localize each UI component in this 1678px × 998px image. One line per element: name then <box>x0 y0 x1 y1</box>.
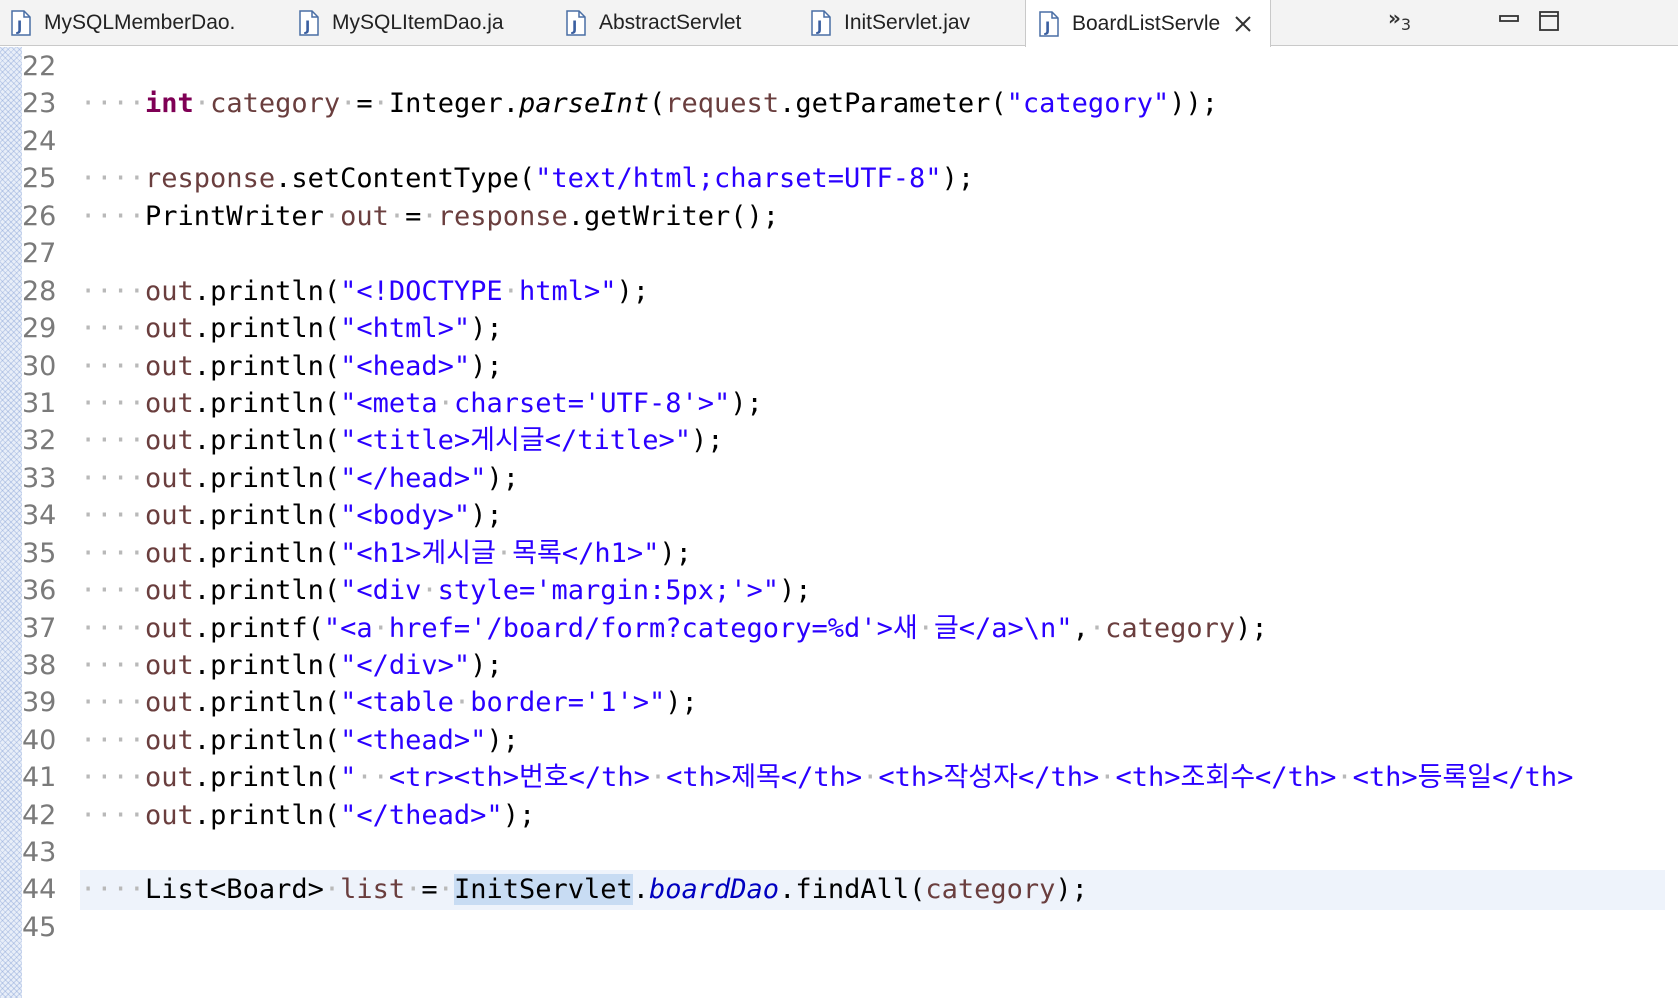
code-text: ····out.println("<meta·charset='UTF-8'>"… <box>80 388 763 419</box>
code-text: ····PrintWriter·out·=·response.getWriter… <box>80 201 780 232</box>
code-text: ····List<Board>·list·=·InitServlet.board… <box>80 874 1088 905</box>
line-number: 29 <box>22 313 57 344</box>
code-text: ····out.println("<!DOCTYPE·html>"); <box>80 276 650 307</box>
svg-text:J: J <box>1044 20 1050 36</box>
tab-label: InitServlet.jav <box>844 11 971 34</box>
occurrence-highlight: InitServlet <box>453 874 633 905</box>
tab-label: MySQLItemDao.ja <box>332 11 504 34</box>
code-text: ····out.println("··<tr><th>번호</th>·<th>제… <box>80 762 1574 793</box>
line-number: 26 <box>22 201 57 232</box>
code-text: ····out.println("<head>"); <box>80 351 503 382</box>
code-line: 40 ····out.println("<thead>"); <box>0 721 1678 761</box>
java-file-icon: J <box>299 10 319 36</box>
code-editor[interactable]: 22 23 ····int·category·=·Integer.parseIn… <box>0 47 1678 998</box>
code-line: 38 ····out.println("</div>"); <box>0 646 1678 686</box>
code-text: ····out.println("</thead>"); <box>80 800 536 831</box>
code-line: 39 ····out.println("<table·border='1'>")… <box>0 683 1678 723</box>
line-number: 32 <box>22 425 57 456</box>
code-line: 33 ····out.println("</head>"); <box>0 459 1678 499</box>
line-number: 38 <box>22 650 57 681</box>
tab-init-servlet[interactable]: J InitServlet.jav <box>810 0 1015 46</box>
tab-mysql-item-dao[interactable]: J MySQLItemDao.ja <box>298 0 548 46</box>
tab-label: BoardListServle <box>1072 11 1221 35</box>
line-number: 22 <box>22 51 57 82</box>
overflow-count: 3 <box>1400 15 1412 34</box>
line-number: 25 <box>22 163 57 194</box>
line-number: 23 <box>22 88 57 119</box>
java-file-icon: J <box>11 10 31 36</box>
code-line: 41 ····out.println("··<tr><th>번호</th>·<t… <box>0 758 1678 798</box>
line-number: 37 <box>22 613 57 644</box>
code-line: 35 ····out.println("<h1>게시글·목록</h1>"); <box>0 534 1678 574</box>
line-number: 35 <box>22 538 57 569</box>
line-number: 24 <box>22 126 57 157</box>
code-line: 45 <box>0 908 1678 948</box>
tab-mysql-member-dao[interactable]: J MySQLMemberDao. <box>10 0 280 46</box>
code-line: 43 <box>0 833 1678 873</box>
code-line: 27 <box>0 234 1678 274</box>
code-text: ····out.println("</head>"); <box>80 463 519 494</box>
tab-overflow-button[interactable]: »3 <box>1388 6 1411 34</box>
close-icon[interactable] <box>1232 13 1254 35</box>
code-text: ····out.println("<html>"); <box>80 313 503 344</box>
code-line: 23 ····int·category·=·Integer.parseInt(r… <box>0 84 1678 124</box>
code-line: 42 ····out.println("</thead>"); <box>0 796 1678 836</box>
overflow-chevrons-icon: » <box>1388 6 1401 30</box>
line-number: 30 <box>22 351 57 382</box>
code-text: ····out.println("<body>"); <box>80 500 503 531</box>
code-line: 24 <box>0 122 1678 162</box>
code-line-current: 44 ····List<Board>·list·=·InitServlet.bo… <box>0 870 1678 910</box>
tab-label: AbstractServlet <box>599 11 742 34</box>
code-line: 36 ····out.println("<div·style='margin:5… <box>0 571 1678 611</box>
code-text: ····out.println("<table·border='1'>"); <box>80 687 698 718</box>
code-line: 31 ····out.println("<meta·charset='UTF-8… <box>0 384 1678 424</box>
code-line: 25 ····response.setContentType("text/htm… <box>0 159 1678 199</box>
java-file-icon: J <box>566 10 586 36</box>
maximize-icon[interactable] <box>1538 10 1560 32</box>
code-text: ····out.printf("<a·href='/board/form?cat… <box>80 613 1268 644</box>
line-number: 36 <box>22 575 57 606</box>
line-number: 27 <box>22 238 57 269</box>
line-number: 45 <box>22 912 57 943</box>
line-number: 40 <box>22 725 57 756</box>
line-number: 33 <box>22 463 57 494</box>
line-number: 42 <box>22 800 57 831</box>
svg-text:J: J <box>571 19 577 35</box>
java-file-icon: J <box>1039 10 1059 37</box>
line-number: 34 <box>22 500 57 531</box>
line-number: 41 <box>22 762 57 793</box>
java-file-icon: J <box>811 10 831 36</box>
code-line: 37 ····out.printf("<a·href='/board/form?… <box>0 609 1678 649</box>
tab-board-list-servlet[interactable]: J BoardListServle <box>1025 0 1271 47</box>
svg-text:J: J <box>304 19 310 35</box>
code-line: 32 ····out.println("<title>게시글</title>")… <box>0 421 1678 461</box>
editor-tab-bar: J MySQLMemberDao. J MySQLItemDao.ja J Ab… <box>0 0 1678 47</box>
tab-abstract-servlet[interactable]: J AbstractServlet <box>565 0 795 46</box>
code-text: ····int·category·=·Integer.parseInt(requ… <box>80 88 1218 119</box>
line-number: 31 <box>22 388 57 419</box>
code-text: ····out.println("<h1>게시글·목록</h1>"); <box>80 538 692 569</box>
code-line: 22 <box>0 47 1678 87</box>
code-text: ····response.setContentType("text/html;c… <box>80 163 975 194</box>
code-line: 29 ····out.println("<html>"); <box>0 309 1678 349</box>
line-number: 43 <box>22 837 57 868</box>
svg-text:J: J <box>16 19 22 35</box>
line-number: 44 <box>22 874 57 905</box>
line-number: 39 <box>22 687 57 718</box>
code-text: ····out.println("</div>"); <box>80 650 503 681</box>
line-number: 28 <box>22 276 57 307</box>
code-line: 30 ····out.println("<head>"); <box>0 347 1678 387</box>
svg-text:J: J <box>816 19 822 35</box>
code-text: ····out.println("<thead>"); <box>80 725 519 756</box>
code-line: 26 ····PrintWriter·out·=·response.getWri… <box>0 197 1678 237</box>
minimize-icon[interactable] <box>1498 10 1520 32</box>
tab-label: MySQLMemberDao. <box>44 11 236 34</box>
code-line: 28 ····out.println("<!DOCTYPE·html>"); <box>0 272 1678 312</box>
code-line: 34 ····out.println("<body>"); <box>0 496 1678 536</box>
code-text: ····out.println("<div·style='margin:5px;… <box>80 575 812 606</box>
code-text: ····out.println("<title>게시글</title>"); <box>80 425 724 456</box>
